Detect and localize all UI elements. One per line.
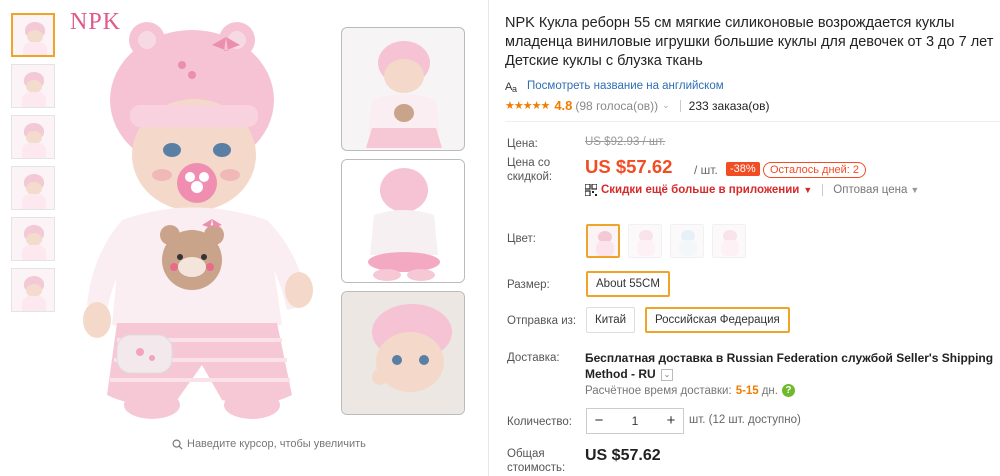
caret-down-icon[interactable]: ▼ [910, 185, 919, 195]
thumbnail-6[interactable] [11, 268, 55, 312]
ship-from-china[interactable]: Китай [586, 307, 636, 333]
ship-from-label: Отправка из: [507, 315, 577, 327]
size-option[interactable]: About 55CM [586, 271, 670, 297]
thumbnail-list [11, 13, 55, 319]
quantity-label: Количество: [507, 416, 572, 428]
divider [505, 121, 1000, 122]
rating-stars-icon: ★★★★★ [505, 100, 550, 112]
thumbnail-1[interactable] [11, 13, 55, 57]
dropdown-icon[interactable]: ⌄ [661, 368, 673, 381]
color-swatches [586, 224, 746, 258]
days-left-badge: Осталось дней: 2 [763, 162, 867, 178]
old-price-label: Цена: [507, 138, 538, 150]
doll-closeup-illustration [342, 292, 464, 414]
translate-link-text[interactable]: Посмотреть название на английском [527, 80, 724, 92]
chevron-down-icon[interactable]: ⌄ [662, 100, 670, 111]
separator [822, 184, 824, 196]
qr-code-icon [585, 184, 597, 196]
rating-separator [679, 99, 681, 112]
product-title: NPK Кукла реборн 55 см мягкие силиконовы… [505, 15, 994, 69]
color-swatch-2[interactable] [628, 224, 662, 258]
rating-votes[interactable]: (98 голоса(ов)) [575, 99, 658, 113]
side-images [341, 27, 465, 423]
delivery-method[interactable]: Бесплатная доставка в Russian Federation… [585, 350, 995, 382]
translate-link[interactable]: Aa Посмотреть название на английском [505, 79, 724, 93]
delivery-estimate: Расчётное время доставки: 5-15 дн. ? [585, 384, 795, 397]
new-price-label: Цена со скидкой: [507, 157, 553, 183]
quantity-available: шт. (12 шт. доступно) [689, 414, 801, 426]
ship-from-russia[interactable]: Российская Федерация [645, 307, 790, 333]
per-unit: / шт. [694, 163, 718, 177]
delivery-days: 5-15 [735, 384, 759, 397]
thumbnail-2[interactable] [11, 64, 55, 108]
side-image-3[interactable] [341, 291, 465, 415]
rating-row: ★★★★★ 4.8 (98 голоса(ов)) ⌄ 233 заказа(о… [505, 98, 769, 113]
quantity-increase-button[interactable]: + [659, 409, 683, 433]
magnifier-icon [172, 439, 183, 450]
rating-score: 4.8 [554, 98, 573, 113]
options-section [505, 209, 1000, 476]
thumbnail-5[interactable] [11, 217, 55, 261]
translate-icon: Aa [505, 81, 517, 93]
doll-sitting-illustration [366, 41, 442, 148]
delivery-label: Доставка: [507, 352, 560, 364]
quantity-decrease-button[interactable]: − [587, 409, 611, 433]
color-swatch-1[interactable] [586, 224, 620, 258]
discount-badge: -38% [726, 162, 760, 176]
side-image-1[interactable] [341, 27, 465, 151]
thumbnail-4[interactable] [11, 166, 55, 210]
zoom-hint-text: Наведите курсор, чтобы увеличить [187, 438, 366, 450]
delivery-days-unit: дн. [761, 384, 778, 397]
quantity-input[interactable] [611, 414, 659, 428]
quantity-stepper: − + [586, 408, 684, 434]
delivery-estimate-label: Расчётное время доставки: [585, 384, 732, 397]
old-price: US $92.93 / шт. [585, 136, 666, 148]
column-divider [488, 0, 489, 476]
app-deal-row: Скидки ещё больше в приложении ▼ Оптовая… [585, 184, 919, 196]
zoom-hint: Наведите курсор, чтобы увеличить [172, 438, 366, 450]
color-label: Цвет: [507, 233, 536, 245]
doll-illustration [83, 22, 313, 419]
thumbnail-3[interactable] [11, 115, 55, 159]
main-product-image[interactable]: NPK [62, 5, 332, 430]
orders-count: 233 заказа(ов) [688, 98, 770, 113]
app-deal-link[interactable]: Скидки ещё больше в приложении [601, 184, 799, 196]
delivery-method-text: Бесплатная доставка в Russian Federation… [585, 351, 994, 381]
svg-text:a: a [512, 84, 517, 93]
size-label: Размер: [507, 279, 550, 291]
new-price: US $57.62 [585, 156, 673, 177]
wholesale-price-link[interactable]: Оптовая цена [833, 184, 907, 196]
help-icon[interactable]: ? [781, 384, 795, 397]
doll-back-illustration [342, 160, 464, 282]
side-image-2[interactable] [341, 159, 465, 283]
total-price: US $57.62 [585, 447, 661, 464]
total-label: Общая стоимость: [507, 448, 566, 474]
color-swatch-4[interactable] [712, 224, 746, 258]
brand-logo: NPK [70, 9, 122, 35]
color-swatch-3[interactable] [670, 224, 704, 258]
caret-down-icon[interactable]: ▼ [803, 185, 812, 195]
